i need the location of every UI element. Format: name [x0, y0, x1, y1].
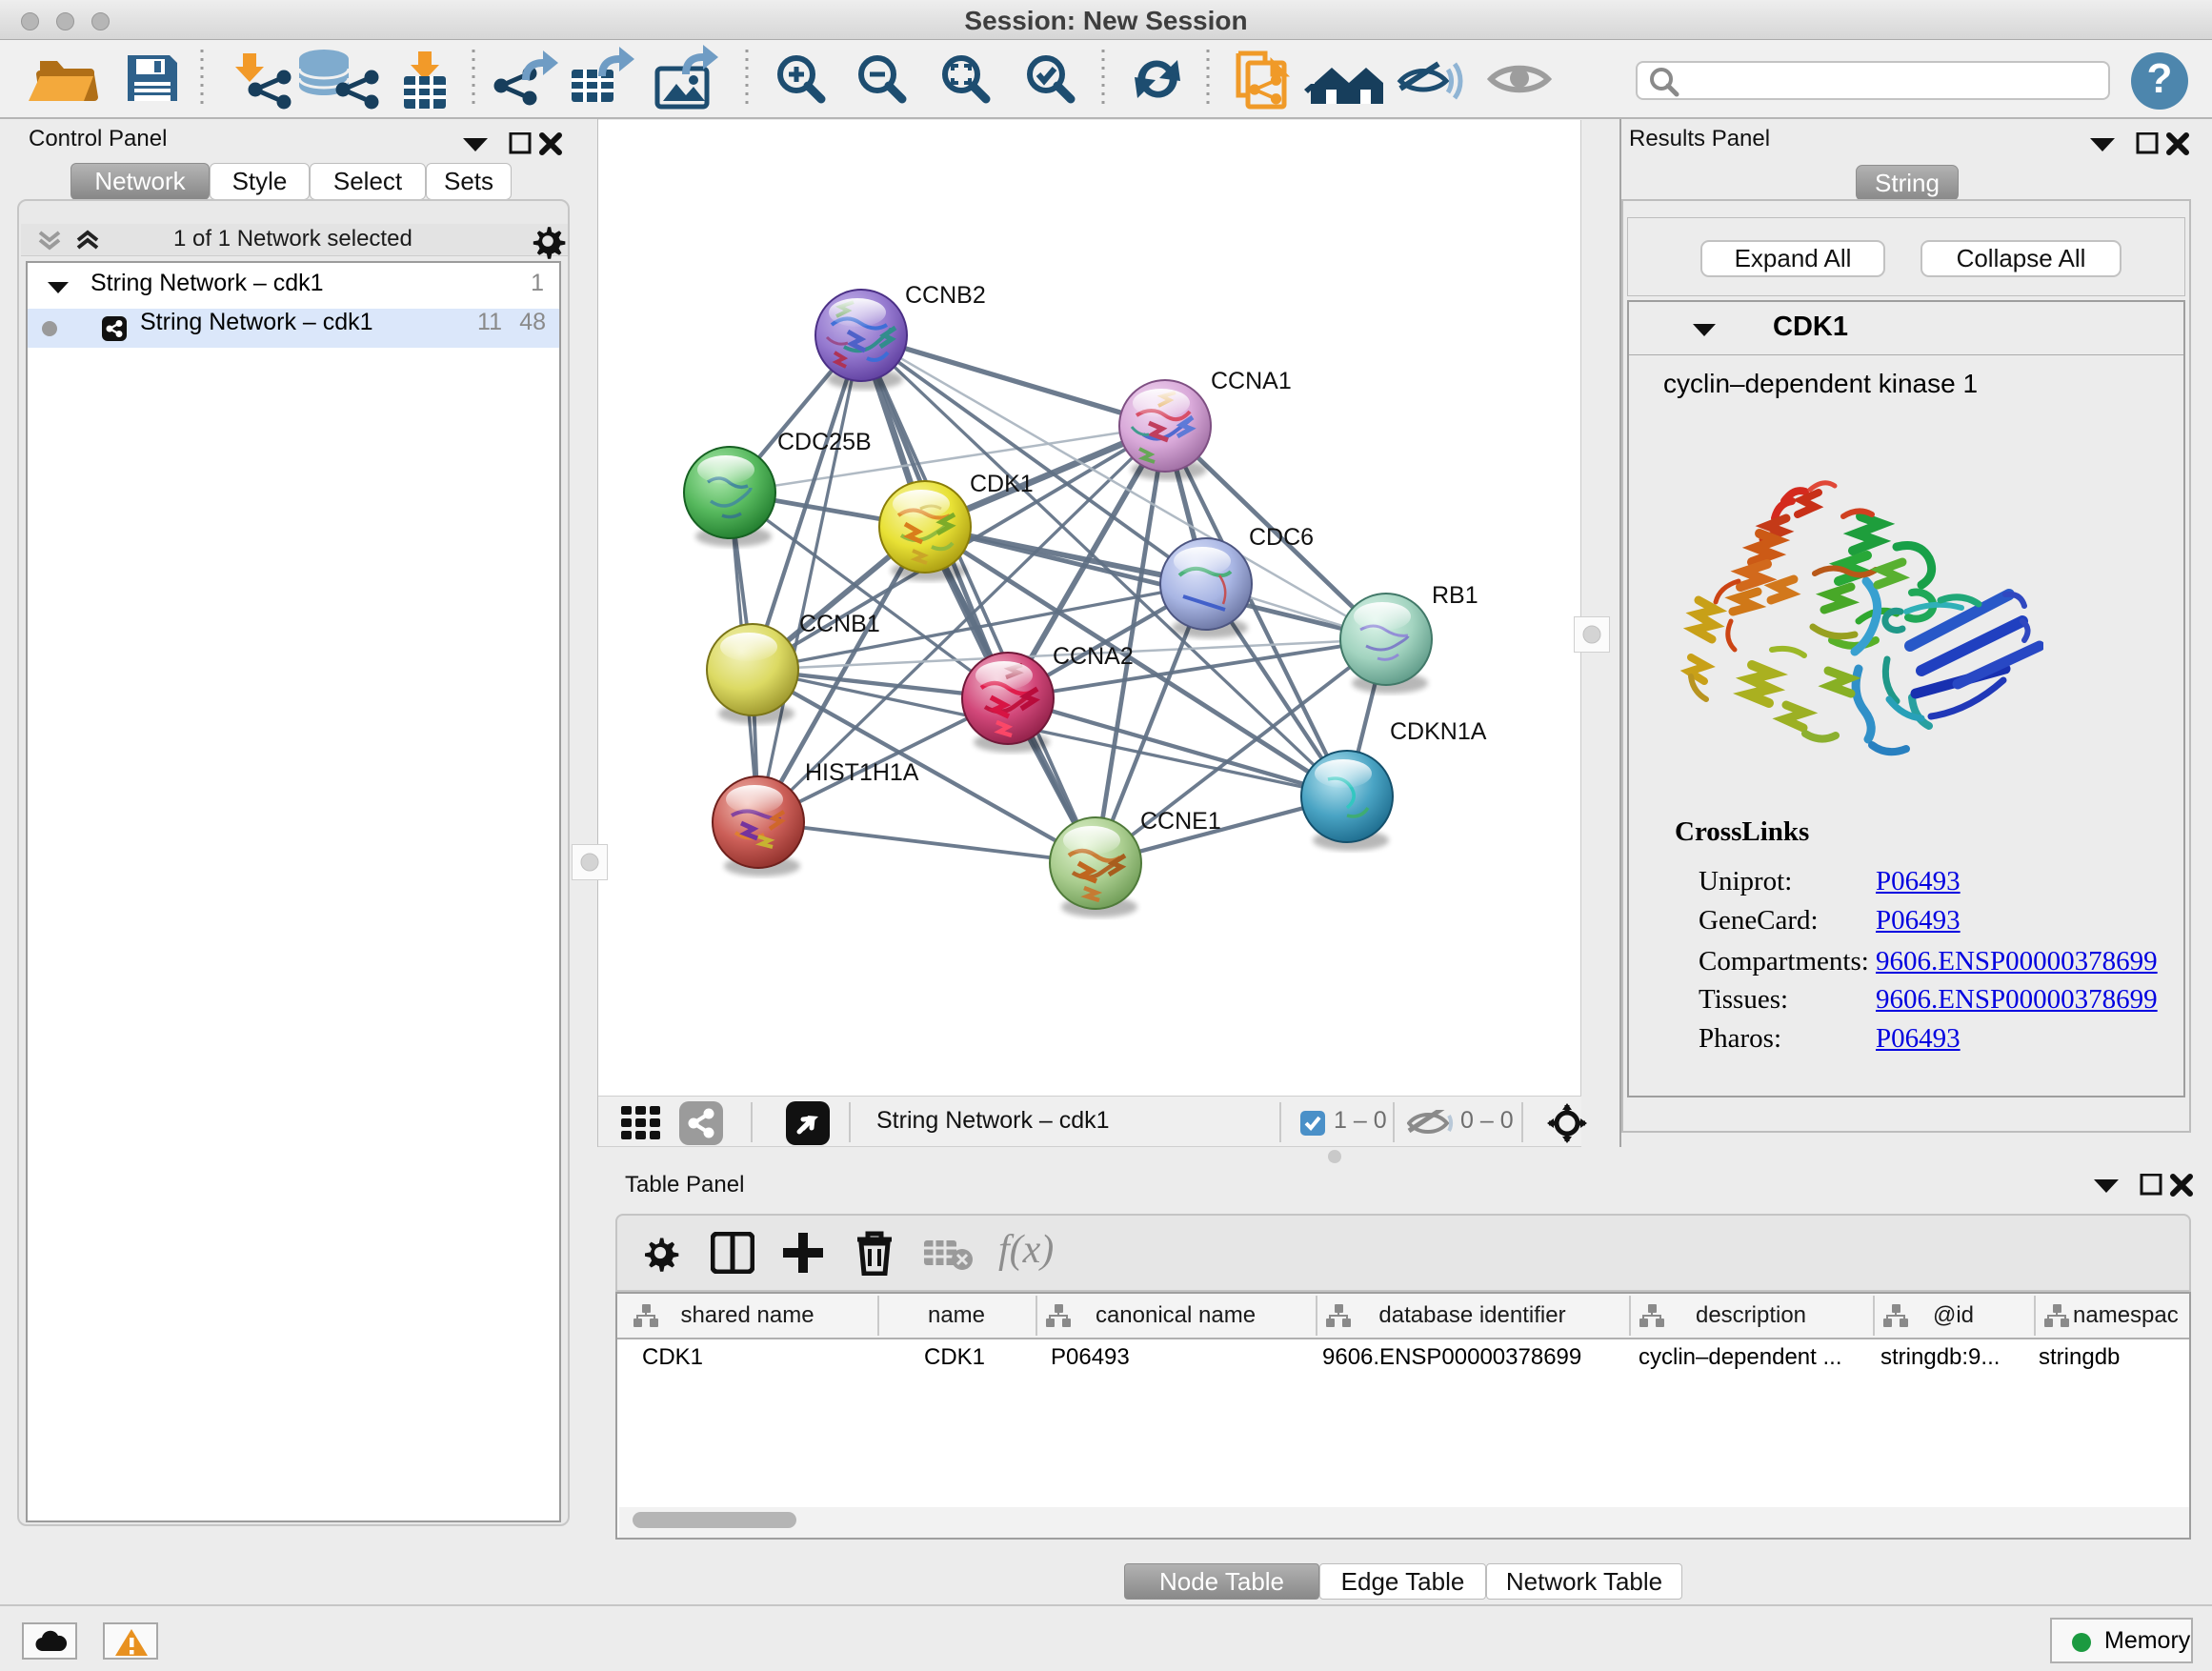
svg-text:RB1: RB1: [1432, 582, 1478, 609]
svg-text:CDC6: CDC6: [1249, 524, 1314, 551]
svg-text:CDK1: CDK1: [970, 471, 1034, 497]
svg-text:CCNE1: CCNE1: [1140, 808, 1221, 835]
svg-text:CDC25B: CDC25B: [777, 429, 872, 455]
svg-text:CDKN1A: CDKN1A: [1390, 718, 1487, 745]
svg-text:CCNB2: CCNB2: [905, 282, 986, 309]
svg-text:CCNA2: CCNA2: [1053, 643, 1134, 670]
svg-text:CCNA1: CCNA1: [1211, 368, 1292, 394]
svg-text:HIST1H1A: HIST1H1A: [805, 759, 919, 786]
svg-text:CCNB1: CCNB1: [799, 611, 880, 637]
